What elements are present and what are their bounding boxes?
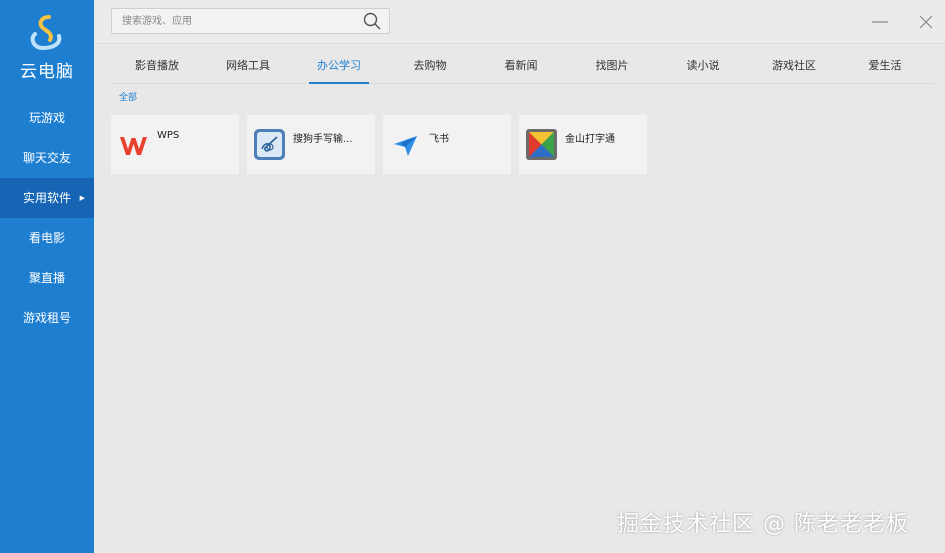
sidebar-item-chat[interactable]: 聊天交友: [0, 138, 94, 178]
tab-novels[interactable]: 读小说: [657, 52, 749, 83]
app-card-wps[interactable]: WPS: [111, 115, 239, 174]
logo-text: 云电脑: [20, 62, 74, 82]
sidebar-item-games[interactable]: 玩游戏: [0, 98, 94, 138]
app-card-sogou-handwriting[interactable]: 搜狗手写输...: [247, 115, 375, 174]
app-name: 金山打字通: [565, 134, 615, 145]
tab-media[interactable]: 影音播放: [111, 52, 203, 83]
sidebar-item-label: 玩游戏: [28, 111, 65, 125]
cloud-pc-logo-icon: [30, 15, 62, 51]
watermark-text: 掘金技术社区 @ 陈老老老板: [617, 512, 909, 537]
sidebar-item-label: 看电影: [28, 231, 65, 245]
sidebar-item-software[interactable]: 实用软件 ▶: [0, 178, 94, 218]
top-bar: [94, 0, 945, 44]
sidebar-item-label: 聊天交友: [22, 151, 71, 165]
category-tabs: 影音播放 网络工具 办公学习 去购物 看新闻 找图片 读小说 游戏社区 爱生活: [111, 52, 935, 84]
app-name: WPS: [157, 130, 180, 141]
search-icon[interactable]: [363, 12, 381, 30]
close-icon[interactable]: [916, 12, 936, 32]
sogou-handwriting-icon: [254, 129, 285, 160]
app-name: 搜狗手写输...: [293, 134, 353, 145]
feishu-icon: [394, 136, 417, 156]
sidebar-item-label: 实用软件: [22, 191, 71, 205]
search-input[interactable]: [112, 9, 357, 33]
sidebar-item-movies[interactable]: 看电影: [0, 218, 94, 258]
kingsoft-typing-icon: [526, 129, 557, 160]
sidebar-item-label: 聚直播: [28, 271, 65, 285]
tab-network-tools[interactable]: 网络工具: [202, 52, 294, 83]
app-logo: 云电脑: [0, 0, 94, 90]
tab-shopping[interactable]: 去购物: [384, 52, 476, 83]
tab-game-community[interactable]: 游戏社区: [748, 52, 840, 83]
app-card-kingsoft-typing[interactable]: 金山打字通: [519, 115, 647, 174]
sidebar-item-live[interactable]: 聚直播: [0, 258, 94, 298]
tab-images[interactable]: 找图片: [566, 52, 658, 83]
sidebar-item-label: 游戏租号: [22, 311, 71, 325]
search-box: [111, 8, 390, 34]
tab-lifestyle[interactable]: 爱生活: [839, 52, 931, 83]
app-card-feishu[interactable]: 飞书: [383, 115, 511, 174]
filter-all[interactable]: 全部: [119, 90, 137, 103]
minimize-icon[interactable]: [870, 12, 890, 32]
sidebar-item-account-rental[interactable]: 游戏租号: [0, 298, 94, 338]
caret-right-icon: ▶: [79, 194, 85, 202]
tab-office-study[interactable]: 办公学习: [293, 52, 385, 84]
sidebar-nav: 玩游戏 聊天交友 实用软件 ▶ 看电影 聚直播 游戏租号: [0, 98, 94, 338]
tab-news[interactable]: 看新闻: [475, 52, 567, 83]
app-name: 飞书: [429, 134, 449, 145]
sidebar: 云电脑 玩游戏 聊天交友 实用软件 ▶ 看电影 聚直播 游戏租号: [0, 0, 94, 553]
main-content: 影音播放 网络工具 办公学习 去购物 看新闻 找图片 读小说 游戏社区 爱生活 …: [94, 0, 945, 553]
wps-icon: [120, 137, 147, 155]
